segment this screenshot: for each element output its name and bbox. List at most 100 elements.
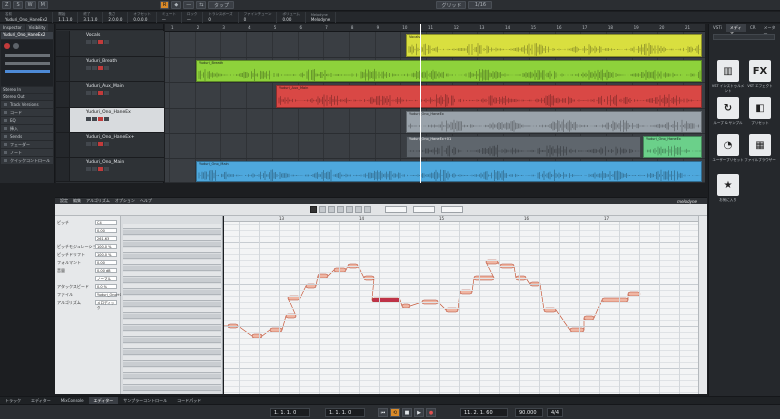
- piano-icon[interactable]: ▥: [717, 60, 739, 82]
- mute-button[interactable]: [86, 142, 91, 146]
- monitor-button[interactable]: [104, 66, 109, 70]
- info-value[interactable]: 0.0.0.0: [133, 17, 151, 22]
- inspector-track-name[interactable]: Yuduri_Ono_HaneEx2: [1, 32, 53, 39]
- parameter-value[interactable]: C4: [95, 220, 117, 225]
- monitor-button[interactable]: [104, 142, 109, 146]
- toolbar-btn-1[interactable]: Z: [2, 1, 12, 9]
- track-name[interactable]: Yuduri_Ono_HaneEx: [86, 110, 131, 115]
- delay-slider[interactable]: [5, 70, 50, 73]
- audio-event[interactable]: Yuduri_Ono_Main: [196, 161, 702, 182]
- snap-type-select[interactable]: グリッド: [436, 1, 467, 9]
- solo-button[interactable]: [92, 66, 97, 70]
- star-icon[interactable]: ★: [717, 174, 739, 196]
- play-button[interactable]: ▶: [414, 408, 424, 417]
- split-tool[interactable]: —: [183, 1, 195, 9]
- timing-tool-icon[interactable]: [355, 206, 362, 213]
- record-enable-button[interactable]: [98, 117, 103, 121]
- media-search-input[interactable]: [713, 34, 775, 40]
- melodyne-pitch-ruler[interactable]: [121, 216, 223, 394]
- record-enable-button[interactable]: [98, 66, 103, 70]
- tab-visibility[interactable]: Visibility: [25, 24, 49, 31]
- parameter-value[interactable]: 0.00 dB: [95, 268, 117, 273]
- monitor-icon[interactable]: [13, 43, 19, 49]
- pitch-grid-select[interactable]: [413, 206, 435, 213]
- info-cell[interactable]: 長さ 2.0.0.0: [103, 11, 129, 23]
- audio-event[interactable]: Yuduri_Breath: [196, 60, 702, 82]
- track-header[interactable]: Yuduri_Breath: [56, 57, 164, 82]
- toolbar-btn-4[interactable]: M: [37, 1, 48, 9]
- info-value[interactable]: 0: [208, 17, 232, 22]
- stop-button[interactable]: ■: [402, 408, 412, 417]
- note-separation-tool-icon[interactable]: [364, 206, 371, 213]
- solo-button[interactable]: [92, 91, 97, 95]
- mute-button[interactable]: [86, 167, 91, 171]
- info-cell[interactable]: Melodyne Melodyne: [306, 11, 337, 23]
- main-tool-icon[interactable]: [310, 206, 317, 213]
- object-select-tool[interactable]: R: [159, 1, 170, 9]
- project-cursor[interactable]: [420, 24, 421, 183]
- track-header[interactable]: Vocals: [56, 31, 164, 57]
- inspector-section[interactable]: EQ: [1, 117, 53, 124]
- info-value[interactable]: 1.1.1.0: [58, 17, 72, 22]
- info-cell[interactable]: 開始 1.1.1.0: [53, 11, 79, 23]
- rewind-button[interactable]: ⏮: [378, 408, 388, 417]
- melodyne-scrollbar[interactable]: [698, 216, 707, 394]
- info-value[interactable]: 0: [244, 17, 272, 22]
- mute-button[interactable]: [86, 66, 91, 70]
- parameter-value[interactable]: 261.63: [95, 236, 117, 241]
- toolbar-btn-3[interactable]: W: [24, 1, 36, 9]
- track-name[interactable]: Yuduri_Aux_Main: [86, 84, 124, 89]
- melodyne-note-editor[interactable]: [224, 216, 698, 394]
- track-name[interactable]: Yuduri_Ono_Main: [86, 160, 124, 165]
- solo-button[interactable]: [92, 40, 97, 44]
- browser-icon[interactable]: ▦: [749, 134, 771, 156]
- track-name[interactable]: Vocals: [86, 33, 100, 38]
- inspector-section[interactable]: コード: [1, 109, 53, 116]
- tab-cr[interactable]: CR: [746, 24, 760, 32]
- pitch-tool-icon[interactable]: [319, 206, 326, 213]
- FX-icon[interactable]: FX: [749, 60, 771, 82]
- parameter-value[interactable]: メロディック: [95, 300, 117, 310]
- monitor-button[interactable]: [104, 91, 109, 95]
- toolbar-btn-2[interactable]: S: [13, 1, 23, 9]
- solo-button[interactable]: [92, 167, 97, 171]
- info-value[interactable]: —: [162, 17, 176, 22]
- track-header[interactable]: Yuduri_Ono_HaneEx+: [56, 133, 164, 158]
- track-header[interactable]: Yuduri_Ono_HaneEx: [56, 108, 164, 133]
- mode-select[interactable]: タップ: [208, 1, 235, 9]
- inspector-section[interactable]: ノート: [1, 149, 53, 156]
- parameter-value[interactable]: 0.00: [95, 228, 117, 233]
- audio-event[interactable]: Vocals: [406, 34, 702, 57]
- record-enable-button[interactable]: [98, 167, 103, 171]
- inspector-section[interactable]: Track Versions: [1, 101, 53, 108]
- solo-button[interactable]: [92, 117, 97, 121]
- parameter-value[interactable]: ノーマル: [95, 276, 117, 281]
- info-cell[interactable]: 終了 3.1.1.0: [78, 11, 104, 23]
- info-value[interactable]: 3.1.1.0: [83, 17, 97, 22]
- tab-inspector[interactable]: Inspector: [0, 24, 25, 31]
- mute-button[interactable]: [86, 117, 91, 121]
- tab-vsti[interactable]: VSTi: [709, 24, 726, 32]
- tab-media[interactable]: メディア: [725, 24, 746, 36]
- mute-button[interactable]: [86, 91, 91, 95]
- info-value[interactable]: 0.00: [282, 17, 299, 22]
- formant-tool-icon[interactable]: [337, 206, 344, 213]
- parameter-value[interactable]: 100.0 %: [95, 244, 117, 249]
- pitch-modulation-tool-icon[interactable]: [328, 206, 335, 213]
- audio-event[interactable]: Yuduri_Ono_HaneEx: [643, 136, 702, 158]
- track-header[interactable]: Yuduri_Ono_Main: [56, 158, 164, 182]
- position-display[interactable]: 11. 2. 1. 60: [460, 408, 508, 417]
- info-cell[interactable]: ボリューム 0.00: [277, 11, 306, 23]
- info-cell[interactable]: トランスポーズ 0: [203, 11, 239, 23]
- monitor-button[interactable]: [104, 167, 109, 171]
- monitor-button[interactable]: [104, 117, 109, 121]
- tempo-display[interactable]: 90.000: [515, 408, 543, 417]
- glue-tool[interactable]: ⇆: [196, 1, 207, 9]
- info-value[interactable]: —: [187, 17, 198, 22]
- tab-meter[interactable]: メーター: [760, 24, 780, 36]
- inspector-section[interactable]: Sends: [1, 133, 53, 140]
- preset-icon[interactable]: ◧: [749, 97, 771, 119]
- loop-icon[interactable]: ↻: [717, 97, 739, 119]
- project-ruler[interactable]: 1 2 3 4 5 6 7 8 9 10 11 12 13 14 15 16 17 18 19 20 21: [165, 24, 705, 32]
- info-value[interactable]: 2.0.0.0: [108, 17, 122, 22]
